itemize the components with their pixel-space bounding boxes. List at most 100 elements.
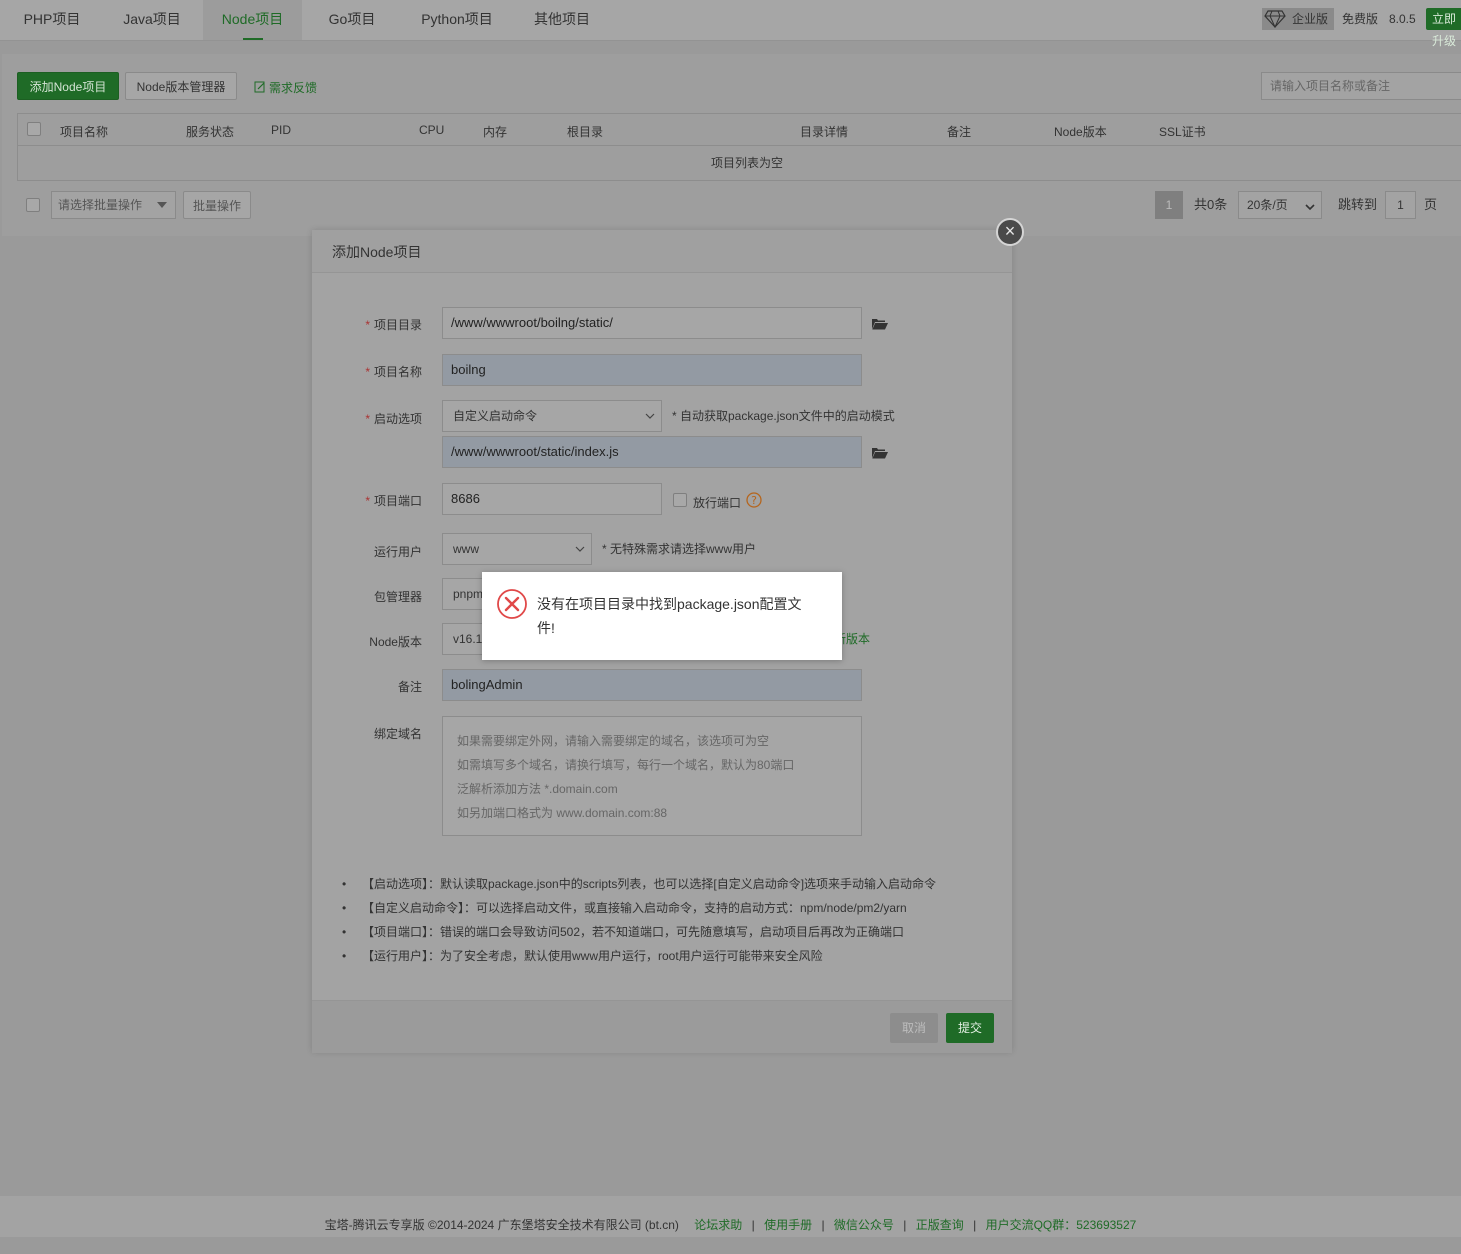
col-project-name[interactable]: 项目名称 xyxy=(60,123,108,140)
note-item: 【启动选项】：默认读取package.json中的scripts列表，也可以选择… xyxy=(340,872,1000,896)
col-service-status: 服务状态 xyxy=(186,125,235,139)
remark-input[interactable]: bolingAdmin xyxy=(442,669,862,701)
col-memory: 内存 xyxy=(483,125,508,139)
close-icon[interactable]: × xyxy=(996,218,1024,246)
copyright-text: 宝塔-腾讯云专享版 ©2014-2024 广东堡塔安全技术有限公司 (bt.cn… xyxy=(324,1218,679,1232)
cancel-button[interactable]: 取消 xyxy=(890,1013,938,1043)
startup-command-input[interactable]: /www/wwwroot/static/index.js xyxy=(442,436,862,468)
help-notes: 【启动选项】：默认读取package.json中的scripts列表，也可以选择… xyxy=(340,872,1000,968)
jump-label: 跳转到 xyxy=(1338,197,1378,212)
footer-link-license[interactable]: 正版查询 xyxy=(916,1218,964,1232)
note-item: 【项目端口】：错误的端口会导致访问502，若不知道端口，可先随意填写，启动项目后… xyxy=(340,920,1000,944)
per-page-select[interactable]: 20条/页 xyxy=(1238,191,1322,219)
chevron-down-icon xyxy=(645,413,655,419)
node-version-manager-button[interactable]: Node版本管理器 xyxy=(125,72,237,100)
tab-python[interactable]: Python项目 xyxy=(412,0,502,40)
jump-page-input[interactable]: 1 xyxy=(1385,191,1416,219)
project-name-label: * 项目名称 xyxy=(365,365,422,379)
footer-link-wechat[interactable]: 微信公众号 xyxy=(834,1218,894,1232)
run-user-select[interactable]: www xyxy=(442,533,592,565)
error-circle-icon xyxy=(497,589,527,619)
startup-option-label: * 启动选项 xyxy=(365,412,422,426)
free-edition-label: 免费版 xyxy=(1342,12,1379,26)
node-version-value: v16.1 xyxy=(453,632,483,646)
chevron-down-icon xyxy=(575,546,585,552)
domain-placeholder-line: 如果需要绑定外网，请输入需要绑定的域名，该选项可为空 xyxy=(457,734,770,748)
version-label: 8.0.5 xyxy=(1389,12,1416,26)
tab-other[interactable]: 其他项目 xyxy=(524,0,600,40)
feedback-link[interactable]: 需求反馈 xyxy=(254,79,317,96)
batch-checkbox[interactable] xyxy=(26,198,40,212)
per-page-value: 20条/页 xyxy=(1247,198,1288,212)
col-dir-detail: 目录详情 xyxy=(800,125,849,139)
bind-domain-textarea[interactable]: 如果需要绑定外网，请输入需要绑定的域名，该选项可为空 如需填写多个域名，请换行填… xyxy=(442,716,862,836)
col-pid: PID xyxy=(271,123,292,137)
submit-button[interactable]: 提交 xyxy=(946,1013,994,1043)
tab-java[interactable]: Java项目 xyxy=(110,0,194,40)
pager-current-page[interactable]: 1 xyxy=(1155,191,1183,219)
svg-text:?: ? xyxy=(751,494,757,507)
footer-separator: | xyxy=(903,1218,907,1232)
enterprise-label: 企业版 xyxy=(1292,12,1329,26)
tab-node[interactable]: Node项目 xyxy=(203,0,302,40)
remark-label: 备注 xyxy=(397,680,422,694)
add-node-project-button[interactable]: 添加Node项目 xyxy=(17,72,119,100)
caret-down-icon xyxy=(157,202,167,208)
domain-placeholder-line: 如另加端口格式为 www.domain.com:88 xyxy=(457,806,668,820)
page-unit-label: 页 xyxy=(1424,197,1438,212)
batch-action-button[interactable]: 批量操作 xyxy=(183,191,251,219)
open-port-label: 放行端口 xyxy=(693,496,742,510)
project-name-input[interactable]: boilng xyxy=(442,354,862,386)
footer-separator: | xyxy=(973,1218,977,1232)
pager-total: 共0条 xyxy=(1194,197,1228,212)
footer-link-manual[interactable]: 使用手册 xyxy=(764,1218,812,1232)
package-manager-value: pnpm xyxy=(453,587,484,601)
project-dir-label: * 项目目录 xyxy=(365,318,422,332)
note-item: 【自定义启动命令】：可以选择启动文件，或直接输入启动命令，支持的启动方式：npm… xyxy=(340,896,1000,920)
startup-option-select[interactable]: 自定义启动命令 xyxy=(442,400,662,432)
open-port-checkbox[interactable] xyxy=(673,493,687,507)
footer-separator: | xyxy=(821,1218,825,1232)
project-port-input[interactable]: 8686 xyxy=(442,483,662,515)
col-remark: 备注 xyxy=(947,125,972,139)
table-header: 项目名称 服务状态 PID CPU 内存 根目录 目录详情 备注 Node版本 … xyxy=(17,113,1461,146)
node-version-label: Node版本 xyxy=(369,635,422,649)
footer-link-qq-group[interactable]: 用户交流QQ群：523693527 xyxy=(986,1218,1137,1232)
error-toast: 没有在项目目录中找到package.json配置文件! xyxy=(482,572,842,660)
folder-open-icon[interactable] xyxy=(872,447,888,459)
footer-link-forum[interactable]: 论坛求助 xyxy=(694,1218,742,1232)
help-icon[interactable]: ? xyxy=(746,492,762,508)
col-node-version: Node版本 xyxy=(1054,125,1107,139)
upgrade-button[interactable]: 立即升级 xyxy=(1426,8,1461,48)
modal-header: 添加Node项目 xyxy=(312,230,1012,273)
col-ssl: SSL证书 xyxy=(1159,125,1206,139)
package-manager-label: 包管理器 xyxy=(373,590,422,604)
run-user-hint: * 无特殊需求请选择www用户 xyxy=(602,542,757,556)
diamond-icon xyxy=(1264,10,1286,28)
footer-separator: | xyxy=(751,1218,755,1232)
select-all-checkbox[interactable] xyxy=(27,122,41,136)
note-item: 【运行用户】：为了安全考虑，默认使用www用户运行，root用户运行可能带来安全… xyxy=(340,944,1000,968)
toast-message: 没有在项目目录中找到package.json配置文件! xyxy=(537,596,802,636)
project-dir-input[interactable]: /www/wwwroot/boilng/static/ xyxy=(442,307,862,339)
batch-select[interactable]: 请选择批量操作 xyxy=(51,191,176,219)
page-footer: 宝塔-腾讯云专享版 ©2014-2024 广东堡塔安全技术有限公司 (bt.cn… xyxy=(0,1196,1461,1237)
chevron-down-icon xyxy=(1305,204,1315,211)
col-cpu: CPU xyxy=(419,123,445,137)
folder-open-icon[interactable] xyxy=(872,318,888,330)
domain-placeholder-line: 如需填写多个域名，请换行填写，每行一个域名，默认为80端口 xyxy=(457,758,795,772)
empty-table-row: 项目列表为空 xyxy=(17,146,1461,181)
tab-go[interactable]: Go项目 xyxy=(316,0,388,40)
bind-domain-label: 绑定域名 xyxy=(373,727,422,741)
run-user-label: 运行用户 xyxy=(373,545,422,559)
search-input[interactable]: 请输入项目名称或备注 xyxy=(1261,72,1461,100)
run-user-value: www xyxy=(453,542,479,556)
batch-select-value: 请选择批量操作 xyxy=(58,198,143,212)
modal-footer: 取消 提交 xyxy=(312,1000,1012,1053)
tab-php[interactable]: PHP项目 xyxy=(10,0,94,40)
startup-option-value: 自定义启动命令 xyxy=(453,409,538,423)
enterprise-badge[interactable]: 企业版 xyxy=(1262,8,1334,30)
edit-icon xyxy=(254,81,265,93)
col-root-dir: 根目录 xyxy=(567,125,604,139)
domain-placeholder-line: 泛解析添加方法 *.domain.com xyxy=(457,782,618,796)
